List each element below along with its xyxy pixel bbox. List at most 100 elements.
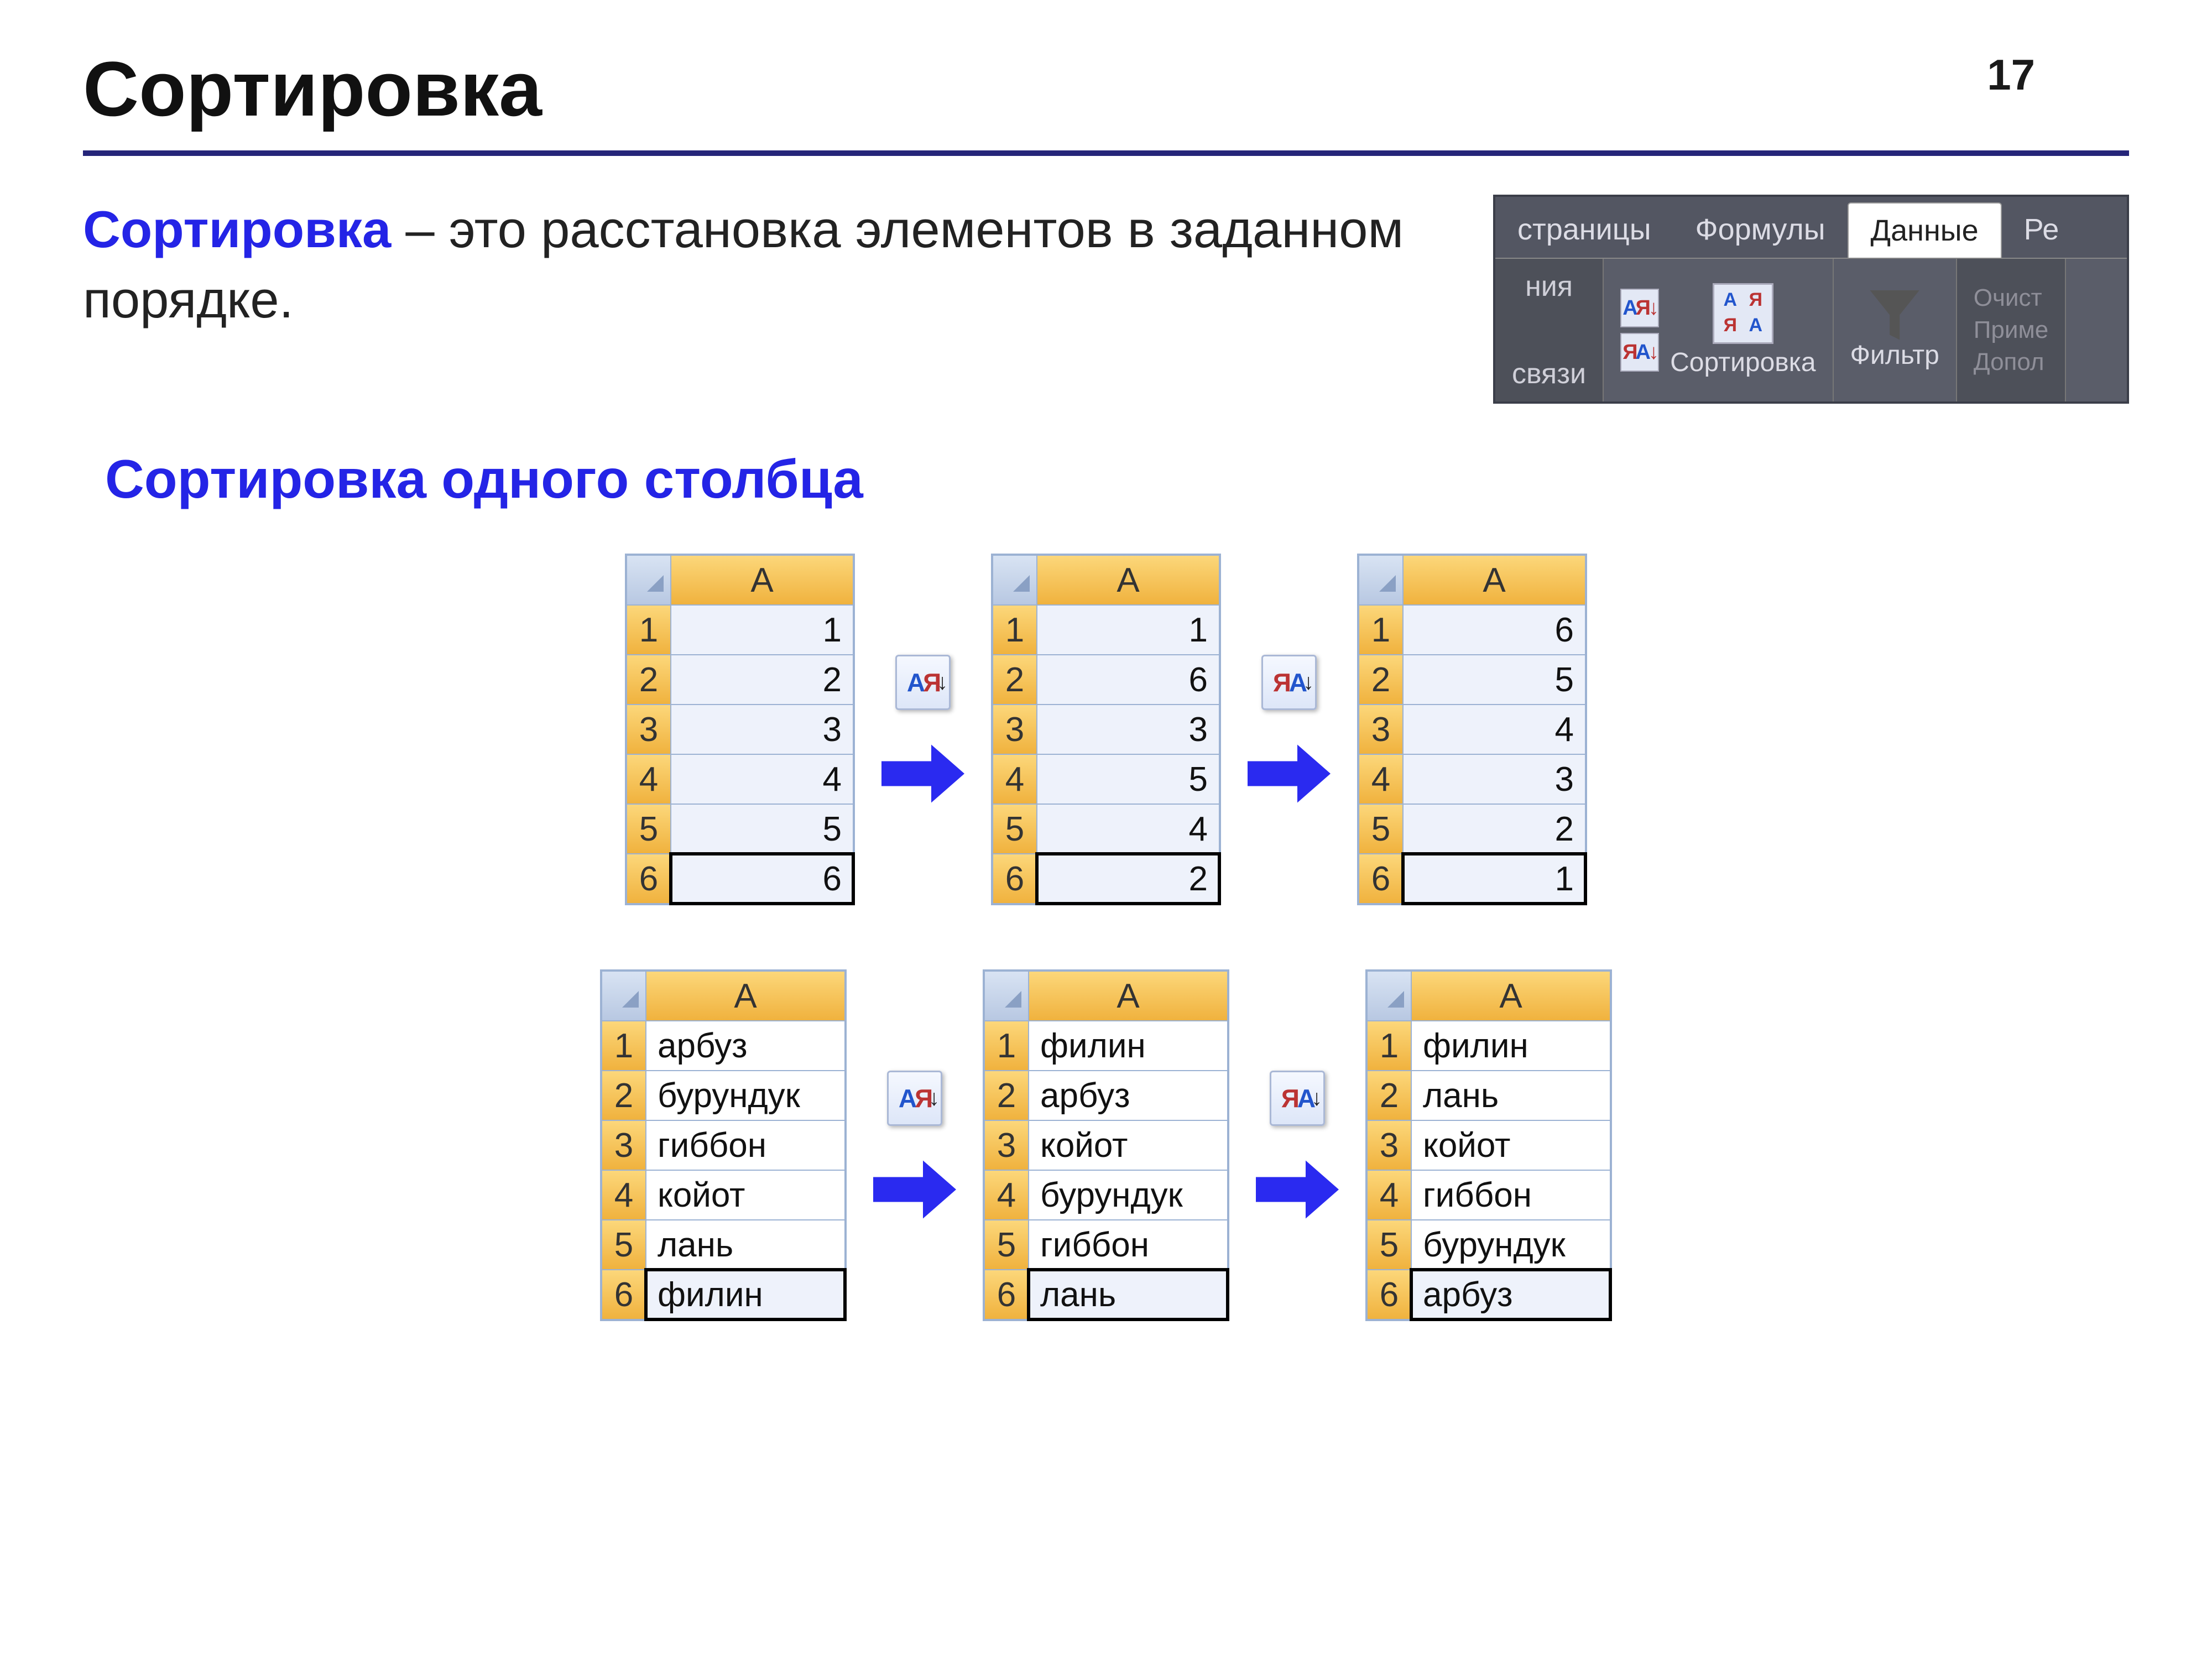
row-header[interactable]: 4 bbox=[993, 754, 1037, 804]
row-header[interactable]: 5 bbox=[602, 1220, 646, 1270]
corner-cell[interactable] bbox=[993, 555, 1037, 605]
row-header[interactable]: 2 bbox=[1359, 655, 1403, 705]
corner-cell[interactable] bbox=[984, 971, 1029, 1021]
cell[interactable]: лань bbox=[1029, 1270, 1228, 1319]
row-header[interactable]: 1 bbox=[1367, 1021, 1411, 1071]
filter-reapply[interactable]: Приме bbox=[1974, 316, 2048, 344]
funnel-icon bbox=[1870, 290, 1919, 340]
cell[interactable]: арбуз bbox=[1029, 1071, 1228, 1120]
cell[interactable]: филин bbox=[1029, 1021, 1228, 1071]
corner-cell[interactable] bbox=[1359, 555, 1403, 605]
corner-cell[interactable] bbox=[602, 971, 646, 1021]
cell[interactable]: койот bbox=[646, 1170, 845, 1220]
row-header[interactable]: 4 bbox=[627, 754, 671, 804]
cell[interactable]: бурундук bbox=[646, 1071, 845, 1120]
row-header[interactable]: 5 bbox=[993, 804, 1037, 854]
row-header[interactable]: 6 bbox=[984, 1270, 1029, 1319]
cell[interactable]: 6 bbox=[671, 854, 853, 904]
cell[interactable]: 1 bbox=[1403, 854, 1585, 904]
row-header[interactable]: 3 bbox=[627, 705, 671, 754]
cell[interactable]: гиббон bbox=[1029, 1220, 1228, 1270]
cell[interactable]: 2 bbox=[671, 655, 853, 705]
cell[interactable]: 6 bbox=[1403, 605, 1585, 655]
column-header-a[interactable]: A bbox=[1037, 555, 1219, 605]
row-header[interactable]: 5 bbox=[627, 804, 671, 854]
row-header[interactable]: 4 bbox=[1367, 1170, 1411, 1220]
row-header[interactable]: 3 bbox=[984, 1120, 1029, 1170]
cell[interactable]: гиббон bbox=[1411, 1170, 1610, 1220]
row-header[interactable]: 5 bbox=[1367, 1220, 1411, 1270]
row-header[interactable]: 1 bbox=[984, 1021, 1029, 1071]
cell[interactable]: 5 bbox=[671, 804, 853, 854]
cell[interactable]: арбуз bbox=[646, 1021, 845, 1071]
corner-cell[interactable] bbox=[1367, 971, 1411, 1021]
row-header[interactable]: 5 bbox=[984, 1220, 1029, 1270]
column-header-a[interactable]: A bbox=[646, 971, 845, 1021]
column-header-a[interactable]: A bbox=[1403, 555, 1585, 605]
row-header[interactable]: 1 bbox=[602, 1021, 646, 1071]
row-header[interactable]: 2 bbox=[984, 1071, 1029, 1120]
ribbon-tab-page[interactable]: страницы bbox=[1495, 202, 1673, 258]
ribbon-tab-formulas[interactable]: Формулы bbox=[1673, 202, 1848, 258]
cell[interactable]: гиббон bbox=[646, 1120, 845, 1170]
sort-asc-button[interactable]: АЯ bbox=[895, 655, 951, 710]
ribbon-tab-review[interactable]: Ре bbox=[2002, 202, 2081, 258]
cell[interactable]: лань bbox=[646, 1220, 845, 1270]
column-header-a[interactable]: A bbox=[671, 555, 853, 605]
row-header[interactable]: 1 bbox=[627, 605, 671, 655]
sort-dialog-button[interactable]: АЯЯА Сортировка bbox=[1670, 283, 1815, 378]
cell[interactable]: 2 bbox=[1037, 854, 1219, 904]
sort-asc-button[interactable]: АЯ bbox=[887, 1071, 942, 1126]
row-header[interactable]: 6 bbox=[627, 854, 671, 904]
column-header-a[interactable]: A bbox=[1029, 971, 1228, 1021]
cell[interactable]: 6 bbox=[1037, 655, 1219, 705]
sort-desc-button[interactable]: ЯА bbox=[1261, 655, 1317, 710]
cell[interactable]: 4 bbox=[671, 754, 853, 804]
cell[interactable]: 1 bbox=[671, 605, 853, 655]
cell[interactable]: 2 bbox=[1403, 804, 1585, 854]
cell[interactable]: койот bbox=[1029, 1120, 1228, 1170]
filter-clear[interactable]: Очист bbox=[1974, 284, 2048, 312]
row-header[interactable]: 1 bbox=[1359, 605, 1403, 655]
row-header[interactable]: 3 bbox=[1359, 705, 1403, 754]
cell[interactable]: 4 bbox=[1037, 804, 1219, 854]
cell[interactable]: 4 bbox=[1403, 705, 1585, 754]
cell[interactable]: лань bbox=[1411, 1071, 1610, 1120]
row-header[interactable]: 6 bbox=[602, 1270, 646, 1319]
corner-cell[interactable] bbox=[627, 555, 671, 605]
row-header[interactable]: 6 bbox=[1359, 854, 1403, 904]
ribbon-tab-data[interactable]: Данные bbox=[1848, 202, 2002, 258]
sort-desc-button[interactable]: ЯА bbox=[1270, 1071, 1325, 1126]
row-header[interactable]: 4 bbox=[1359, 754, 1403, 804]
row-header[interactable]: 6 bbox=[1367, 1270, 1411, 1319]
cell[interactable]: филин bbox=[646, 1270, 845, 1319]
row-header[interactable]: 3 bbox=[1367, 1120, 1411, 1170]
row-header[interactable]: 4 bbox=[984, 1170, 1029, 1220]
cell[interactable]: филин bbox=[1411, 1021, 1610, 1071]
row-header[interactable]: 2 bbox=[602, 1071, 646, 1120]
cell[interactable]: 3 bbox=[1403, 754, 1585, 804]
row-header[interactable]: 2 bbox=[1367, 1071, 1411, 1120]
row-header[interactable]: 3 bbox=[602, 1120, 646, 1170]
cell[interactable]: 5 bbox=[1037, 754, 1219, 804]
cell[interactable]: 3 bbox=[1037, 705, 1219, 754]
cell[interactable]: бурундук bbox=[1029, 1170, 1228, 1220]
row-header[interactable]: 6 bbox=[993, 854, 1037, 904]
cell[interactable]: 5 bbox=[1403, 655, 1585, 705]
row-header[interactable]: 5 bbox=[1359, 804, 1403, 854]
row-header[interactable]: 2 bbox=[627, 655, 671, 705]
cell[interactable]: 1 bbox=[1037, 605, 1219, 655]
column-header-a[interactable]: A bbox=[1411, 971, 1610, 1021]
filter-advanced[interactable]: Допол bbox=[1974, 348, 2048, 376]
filter-button[interactable]: Фильтр bbox=[1850, 290, 1939, 371]
cell[interactable]: арбуз bbox=[1411, 1270, 1610, 1319]
row-header[interactable]: 1 bbox=[993, 605, 1037, 655]
row-header[interactable]: 4 bbox=[602, 1170, 646, 1220]
sort-desc-icon[interactable]: ЯА↓ bbox=[1620, 333, 1659, 372]
row-header[interactable]: 2 bbox=[993, 655, 1037, 705]
cell[interactable]: 3 bbox=[671, 705, 853, 754]
cell[interactable]: койот bbox=[1411, 1120, 1610, 1170]
cell[interactable]: бурундук bbox=[1411, 1220, 1610, 1270]
row-header[interactable]: 3 bbox=[993, 705, 1037, 754]
sort-asc-icon[interactable]: АЯ↓ bbox=[1620, 289, 1659, 327]
